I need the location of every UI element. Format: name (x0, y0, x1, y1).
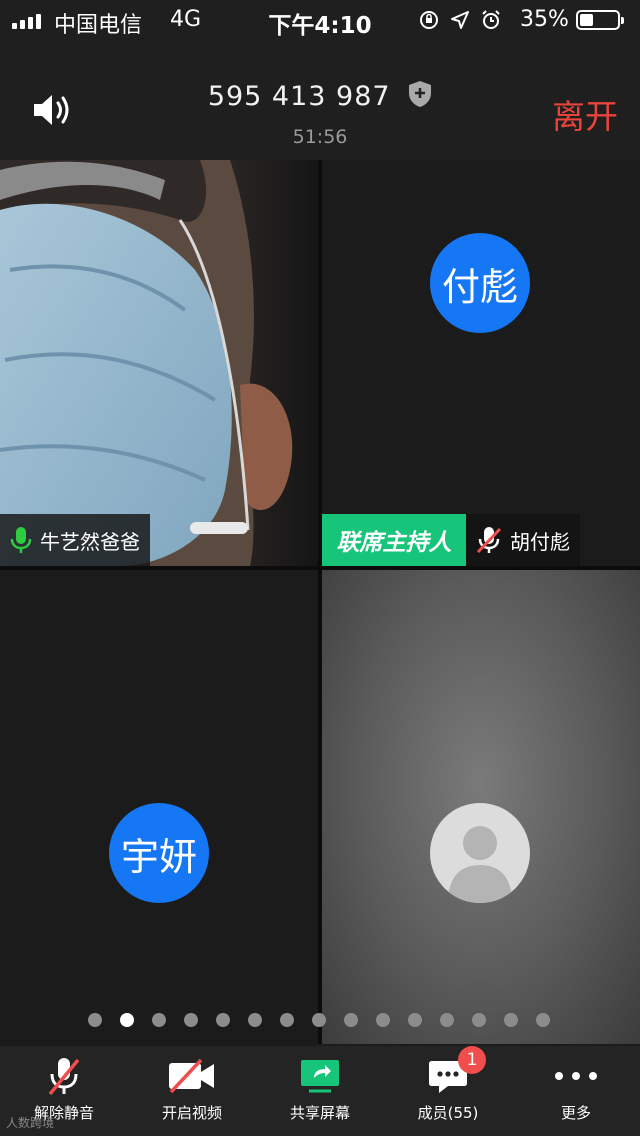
page-dot[interactable] (280, 1013, 294, 1027)
members-label: 成员(55) (417, 1104, 479, 1122)
page-dot[interactable] (312, 1013, 326, 1027)
meeting-id: 595 413 987 (207, 81, 391, 112)
share-screen-icon (301, 1060, 339, 1093)
page-dot[interactable] (536, 1013, 550, 1027)
tile-divider (318, 160, 322, 1044)
default-avatar-icon (430, 803, 530, 903)
mic-muted-icon (476, 527, 502, 554)
page-dot[interactable] (216, 1013, 230, 1027)
page-dot[interactable] (504, 1013, 518, 1027)
page-dot[interactable] (408, 1013, 422, 1027)
page-dot[interactable] (376, 1013, 390, 1027)
more-icon (555, 1072, 597, 1080)
page-dot[interactable] (472, 1013, 486, 1027)
leave-button[interactable]: 离开 (552, 90, 618, 138)
participant-video (0, 160, 318, 566)
more-label: 更多 (560, 1104, 591, 1122)
page-indicator[interactable] (88, 1013, 550, 1027)
location-icon (451, 11, 469, 29)
members-badge: 1 (458, 1046, 486, 1074)
share-screen-label: 共享屏幕 (289, 1104, 350, 1122)
share-screen-button[interactable]: 共享屏幕 (256, 1046, 384, 1136)
watermark: 人数跨境 (6, 1116, 55, 1130)
participant-name: 牛艺然爸爸 (40, 529, 140, 554)
page-dot[interactable] (344, 1013, 358, 1027)
participant-tile-4[interactable] (322, 570, 640, 1044)
start-video-label: 开启视频 (161, 1104, 222, 1122)
mic-on-icon (10, 527, 32, 553)
page-dot[interactable] (120, 1013, 134, 1027)
battery-icon (576, 10, 624, 30)
video-off-icon (169, 1058, 214, 1094)
battery-percent: 35% (520, 7, 569, 32)
meeting-header: 595 413 987 51:56 离开 (0, 40, 640, 160)
page-dot[interactable] (440, 1013, 454, 1027)
page-dot[interactable] (184, 1013, 198, 1027)
participant-avatar: 宇妍 (109, 803, 209, 903)
meeting-id-row[interactable]: 595 413 987 (0, 80, 640, 115)
orientation-lock-icon (420, 11, 438, 29)
participant-tile-2[interactable]: 付彪 联席主持人 胡付彪 (322, 160, 640, 566)
status-bar: 中国电信 4G 下午4:10 35% (0, 0, 640, 40)
participant-name-label: 牛艺然爸爸 (0, 514, 150, 566)
participant-tile-1[interactable]: 牛艺然爸爸 (0, 160, 318, 566)
participant-tile-3[interactable]: 宇妍 (0, 570, 318, 1044)
start-video-button[interactable]: 开启视频 (128, 1046, 256, 1136)
participant-name-label: 胡付彪 (466, 514, 580, 566)
meeting-duration: 51:56 (292, 126, 348, 148)
members-button[interactable]: 1 成员(55) (384, 1046, 512, 1136)
page-dot[interactable] (248, 1013, 262, 1027)
more-button[interactable]: 更多 (512, 1046, 640, 1136)
mic-muted-icon (48, 1058, 80, 1096)
shield-icon (408, 80, 432, 115)
meeting-toolbar: 解除静音 开启视频 共享屏幕 1 成员(55) 更多 (0, 1046, 640, 1136)
page-dot[interactable] (88, 1013, 102, 1027)
page-dot[interactable] (152, 1013, 166, 1027)
participant-avatar: 付彪 (430, 233, 530, 333)
alarm-icon (482, 10, 500, 29)
participant-name: 胡付彪 (510, 529, 570, 554)
cohost-badge: 联席主持人 (322, 514, 466, 566)
